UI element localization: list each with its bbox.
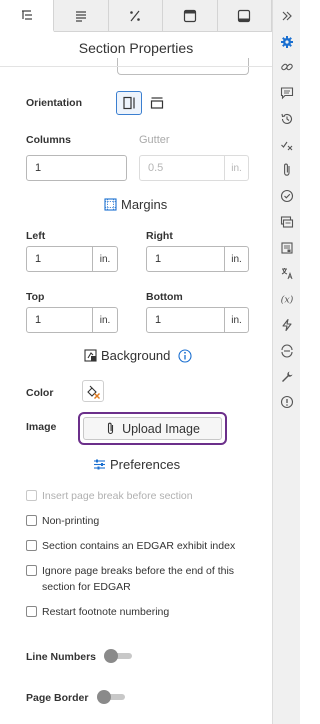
sliders-icon <box>94 459 105 470</box>
tab-number-format[interactable] <box>109 0 164 32</box>
toggle-knob <box>97 690 111 704</box>
margin-left-input[interactable]: 1 <box>26 246 93 272</box>
gutter-unit: in. <box>224 155 249 181</box>
properties-panel: Section Properties Orientation Columns G… <box>0 0 272 724</box>
portrait-icon <box>123 96 135 110</box>
gutter-label: Gutter <box>139 134 170 146</box>
upload-image-focus-ring: Upload Image <box>78 412 227 445</box>
check-circle-icon[interactable] <box>279 188 295 204</box>
header-layout-icon <box>183 9 196 23</box>
alert-icon[interactable] <box>279 394 295 410</box>
line-numbers-label: Line Numbers <box>26 651 97 663</box>
paperclip-icon[interactable] <box>279 162 295 178</box>
ignore-page-breaks-label-line2: section for EDGAR <box>42 581 131 593</box>
margin-right-unit: in. <box>224 246 249 272</box>
restart-footnote-checkbox[interactable] <box>26 606 37 617</box>
right-tool-rail: (x) <box>272 0 300 724</box>
restart-footnote-label: Restart footnote numbering <box>42 606 170 618</box>
non-printing-option[interactable]: Non-printing <box>26 513 99 529</box>
margins-heading: Margins <box>104 197 167 212</box>
svg-text:(x): (x) <box>281 295 294 306</box>
gear-icon[interactable] <box>279 34 295 50</box>
background-icon <box>84 349 97 362</box>
background-heading: Background <box>84 348 192 363</box>
margin-right-input[interactable]: 1 <box>146 246 225 272</box>
check-x-icon[interactable] <box>279 137 295 153</box>
tab-paragraph[interactable] <box>54 0 109 32</box>
margin-bottom-label: Bottom <box>146 291 183 303</box>
ignore-page-breaks-label-line1: Ignore page breaks before the end of thi… <box>42 565 235 577</box>
info-icon[interactable] <box>178 348 192 363</box>
color-label: Color <box>26 387 54 399</box>
edgar-exhibit-index-option[interactable]: Section contains an EDGAR exhibit index <box>26 538 235 554</box>
page-border-toggle[interactable] <box>97 690 125 704</box>
columns-input[interactable]: 1 <box>26 155 127 181</box>
upload-image-button[interactable]: Upload Image <box>83 417 222 440</box>
restart-footnote-option[interactable]: Restart footnote numbering <box>26 604 169 620</box>
double-chevron-right-icon[interactable] <box>279 8 295 24</box>
history-icon[interactable] <box>279 111 295 127</box>
layers-icon[interactable] <box>279 214 295 230</box>
footer-layout-icon <box>238 9 251 23</box>
document-icon[interactable] <box>279 240 295 256</box>
divider <box>0 66 272 67</box>
preferences-heading: Preferences <box>93 457 180 472</box>
panel-tabs <box>0 0 272 32</box>
landscape-orientation-button[interactable] <box>144 91 170 115</box>
margin-bottom-unit: in. <box>224 307 249 333</box>
color-picker-button[interactable] <box>82 380 104 402</box>
portrait-orientation-button[interactable] <box>116 91 142 115</box>
margins-heading-label: Margins <box>121 197 168 212</box>
preferences-heading-label: Preferences <box>110 457 181 472</box>
tab-footer[interactable] <box>218 0 272 32</box>
wrench-icon[interactable] <box>279 369 295 385</box>
paperclip-icon <box>108 422 114 435</box>
margin-left-label: Left <box>26 230 46 242</box>
margin-top-unit: in. <box>92 307 118 333</box>
margin-top-input[interactable]: 1 <box>26 307 93 333</box>
image-label: Image <box>26 421 57 433</box>
percent-format-icon <box>130 10 141 22</box>
formula-icon[interactable]: (x) <box>279 291 295 307</box>
paragraph-icon <box>76 11 87 22</box>
tab-header[interactable] <box>163 0 218 32</box>
orientation-label: Orientation <box>26 97 83 109</box>
edgar-exhibit-index-checkbox[interactable] <box>26 540 37 551</box>
tab-outline[interactable] <box>0 0 55 32</box>
gutter-input[interactable]: 0.5 <box>139 155 225 181</box>
link-icon[interactable] <box>279 59 295 75</box>
margin-left-unit: in. <box>92 246 118 272</box>
page-border-label: Page Border <box>26 692 89 704</box>
landscape-icon <box>150 97 164 109</box>
background-heading-label: Background <box>101 348 171 363</box>
upload-image-label: Upload Image <box>122 421 200 436</box>
lightning-icon[interactable] <box>279 317 295 333</box>
margin-top-label: Top <box>26 291 45 303</box>
sync-icon[interactable] <box>279 343 295 359</box>
ignore-page-breaks-label: Ignore page breaks before the end of thi… <box>42 563 234 595</box>
translate-icon[interactable] <box>279 265 295 281</box>
comment-icon[interactable] <box>279 85 295 101</box>
ignore-page-breaks-option[interactable]: Ignore page breaks before the end of thi… <box>26 563 234 595</box>
insert-page-break-label: Insert page break before section <box>42 490 193 502</box>
no-color-fill-icon <box>87 385 100 399</box>
margins-icon <box>104 198 117 211</box>
edgar-exhibit-index-label: Section contains an EDGAR exhibit index <box>42 540 236 552</box>
ignore-page-breaks-checkbox[interactable] <box>26 565 37 576</box>
margin-right-label: Right <box>146 230 173 242</box>
columns-label: Columns <box>26 134 71 146</box>
non-printing-checkbox[interactable] <box>26 515 37 526</box>
panel-title: Section Properties <box>78 40 194 56</box>
toggle-knob <box>104 649 118 663</box>
insert-page-break-option[interactable]: Insert page break before section <box>26 488 193 504</box>
non-printing-label: Non-printing <box>42 515 100 527</box>
line-numbers-toggle[interactable] <box>104 649 132 663</box>
margin-bottom-input[interactable]: 1 <box>146 307 225 333</box>
outline-icon <box>21 10 32 20</box>
insert-page-break-checkbox[interactable] <box>26 490 37 501</box>
